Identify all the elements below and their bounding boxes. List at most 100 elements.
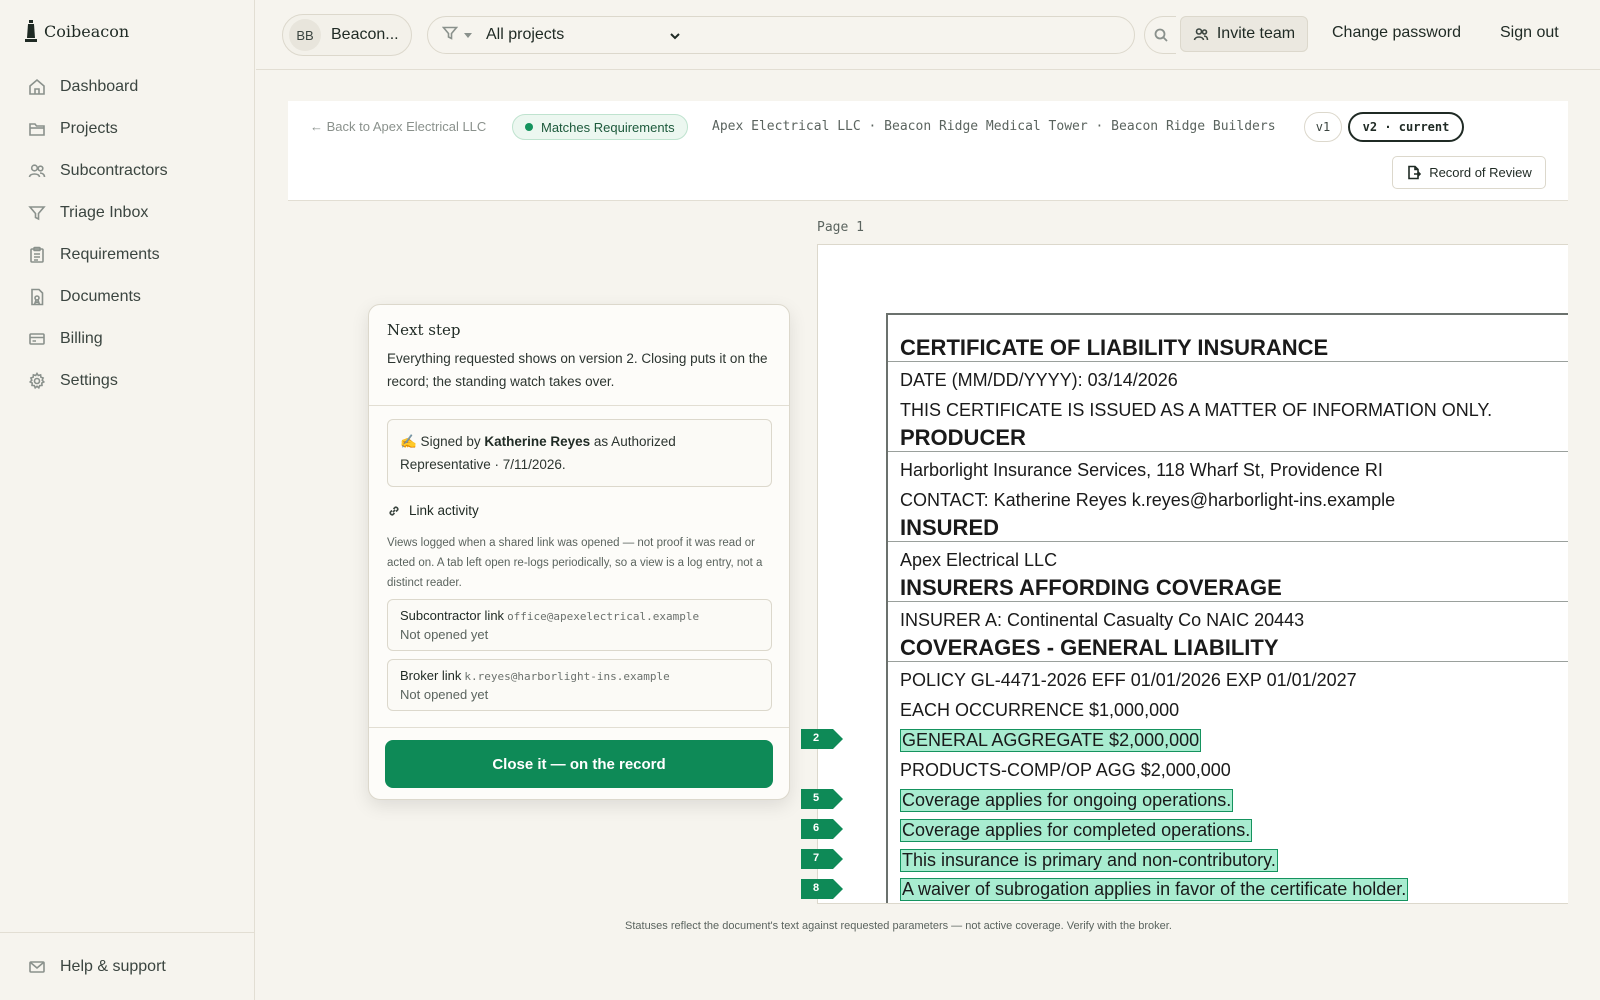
cert-divider — [888, 361, 1568, 362]
org-avatar: BB — [289, 19, 321, 51]
cert-divider — [888, 601, 1568, 602]
ongoing-operations-highlight[interactable]: Coverage applies for ongoing operations. — [900, 789, 1234, 812]
next-step-title: Next step — [387, 321, 461, 339]
sidebar-item-subcontractors[interactable]: Subcontractors — [0, 150, 254, 192]
insured-text: Apex Electrical LLC — [900, 550, 1058, 570]
insurers-heading: INSURERS AFFORDING COVERAGE — [900, 575, 1282, 600]
search-icon — [1154, 28, 1168, 42]
marker-number: 7 — [813, 852, 820, 864]
sidebar-item-requirements[interactable]: Requirements — [0, 234, 254, 276]
link-email: office@apexelectrical.example — [507, 610, 700, 623]
completed-operations-highlight[interactable]: Coverage applies for completed operation… — [900, 819, 1253, 842]
sidebar-item-billing[interactable]: Billing — [0, 318, 254, 360]
sidebar-item-label: Settings — [60, 372, 118, 389]
export-document-icon — [1408, 165, 1422, 180]
record-of-review-button[interactable]: Record of Review — [1392, 156, 1546, 189]
search-button[interactable] — [1144, 16, 1176, 54]
certificate: CERTIFICATE OF LIABILITY INSURANCE DATE … — [886, 313, 1568, 903]
users-icon — [28, 164, 46, 178]
sidebar-item-label: Billing — [60, 330, 103, 347]
requirement-marker[interactable]: 5 — [801, 789, 843, 809]
producer-text: Harborlight Insurance Services, 118 Whar… — [900, 460, 1383, 480]
status-badge: Matches Requirements — [512, 114, 688, 140]
cert-notice: THIS CERTIFICATE IS ISSUED AS A MATTER O… — [900, 400, 1493, 420]
marker-number: 5 — [813, 792, 820, 804]
link-status: Not opened yet — [400, 627, 489, 642]
org-name: Beacon... — [331, 26, 399, 43]
change-password-link[interactable]: Change password — [1332, 24, 1461, 42]
cert-divider — [888, 451, 1568, 452]
brand-logo[interactable]: Coibeacon — [24, 20, 129, 42]
card-icon — [29, 333, 45, 345]
sidebar-footer: Help & support — [0, 932, 254, 1000]
sidebar-item-label: Subcontractors — [60, 162, 168, 179]
sidebar-item-projects[interactable]: Projects — [0, 108, 254, 150]
marker-flag-icon — [801, 819, 843, 839]
help-support-link[interactable]: Help & support — [0, 933, 254, 1000]
invite-team-button[interactable]: Invite team — [1180, 16, 1308, 52]
project-select-value: All projects — [486, 26, 565, 43]
breadcrumb: Apex Electrical LLC · Beacon Ridge Medic… — [712, 119, 1276, 134]
requirement-marker[interactable]: 6 — [801, 819, 843, 839]
requirement-marker[interactable]: 7 — [801, 849, 843, 869]
record-of-review-label: Record of Review — [1429, 165, 1532, 180]
products-aggregate-text: PRODUCTS-COMP/OP AGG $2,000,000 — [900, 760, 1231, 780]
lighthouse-icon — [25, 20, 37, 42]
next-step-footer: Close it — on the record — [369, 727, 789, 799]
help-support-label: Help & support — [60, 958, 166, 975]
brand-name: Coibeacon — [44, 21, 130, 41]
version-v1-tab[interactable]: v1 — [1304, 112, 1342, 142]
cert-date: DATE (MM/DD/YYYY): 03/14/2026 — [900, 370, 1178, 390]
link-email: k.reyes@harborlight-ins.example — [464, 670, 670, 683]
sidebar-item-dashboard[interactable]: Dashboard — [0, 66, 254, 108]
clipboard-icon — [30, 246, 44, 263]
folder-icon — [29, 123, 45, 136]
project-select[interactable]: All projects — [427, 16, 1135, 54]
producer-heading: PRODUCER — [900, 425, 1026, 450]
broker-link-card: Broker link k.reyes@harborlight-ins.examp… — [387, 659, 772, 711]
back-link[interactable]: ← Back to Apex Electrical LLC — [310, 119, 486, 134]
filter-icon — [441, 25, 459, 46]
link-icon — [389, 505, 399, 516]
version-v2-tab[interactable]: v2 · current — [1348, 112, 1464, 142]
sidebar-item-settings[interactable]: Settings — [0, 360, 254, 402]
link-activity-note: Views logged when a shared link was open… — [387, 537, 763, 589]
close-on-record-button[interactable]: Close it — on the record — [385, 740, 773, 788]
sidebar-nav: Dashboard Projects Subcontractors Triage… — [0, 66, 254, 402]
home-icon — [29, 78, 45, 95]
sidebar-item-label: Triage Inbox — [60, 204, 149, 221]
document-page: CERTIFICATE OF LIABILITY INSURANCE DATE … — [817, 244, 1568, 904]
waiver-subrogation-highlight[interactable]: A waiver of subrogation applies in favor… — [900, 878, 1409, 901]
subcontractor-link-card: Subcontractor link office@apexelectrical.… — [387, 599, 772, 651]
status-dot — [525, 123, 533, 131]
link-activity-label: Link activity — [409, 503, 479, 518]
topbar: BB Beacon... All projects Invite team Ch… — [256, 0, 1600, 70]
next-step-header: Next step Everything requested shows on … — [369, 305, 789, 406]
marker-flag-icon — [801, 789, 843, 809]
requirement-marker[interactable]: 2 — [801, 729, 843, 749]
requirement-marker[interactable]: 8 — [801, 879, 843, 899]
signature-box: ✍️ Signed by Katherine Reyes as Authoriz… — [387, 419, 772, 487]
sign-out-link[interactable]: Sign out — [1500, 24, 1559, 42]
link-status: Not opened yet — [400, 687, 489, 702]
filter-icon — [28, 206, 46, 221]
link-activity-heading: Link activity — [387, 503, 479, 518]
mail-icon — [29, 961, 45, 973]
sidebar-item-label: Requirements — [60, 246, 160, 263]
sidebar-item-documents[interactable]: Documents — [0, 276, 254, 318]
document-icon — [31, 288, 44, 306]
insured-heading: INSURED — [900, 515, 1000, 540]
link-title: Subcontractor link — [400, 608, 505, 623]
signature-prefix: ✍️ Signed by — [400, 434, 485, 449]
org-switcher[interactable]: BB Beacon... — [282, 14, 412, 56]
page-label: Page 1 — [817, 220, 864, 235]
sidebar-item-triage-inbox[interactable]: Triage Inbox — [0, 192, 254, 234]
policy-text: POLICY GL-4471-2026 EFF 01/01/2026 EXP 0… — [900, 670, 1357, 690]
general-aggregate-highlight[interactable]: GENERAL AGGREGATE $2,000,000 — [900, 729, 1202, 752]
next-step-text: Everything requested shows on version 2.… — [387, 351, 768, 389]
gear-icon — [28, 372, 46, 390]
link-title: Broker link — [400, 668, 462, 683]
marker-number: 2 — [813, 732, 820, 744]
each-occurrence-text: EACH OCCURRENCE $1,000,000 — [900, 700, 1180, 720]
primary-noncontributory-highlight[interactable]: This insurance is primary and non-contri… — [900, 849, 1278, 872]
